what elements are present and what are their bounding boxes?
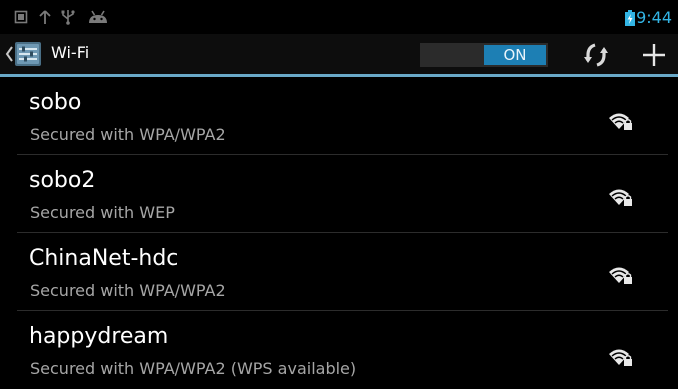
add-network-button[interactable] [638, 39, 670, 71]
upload-icon [39, 10, 51, 24]
screenshot-icon [14, 10, 28, 24]
android-debug-icon [89, 10, 107, 23]
network-item-chinanet-hdc[interactable]: ChinaNet-hdc Secured with WPA/WPA2 [0, 233, 678, 311]
wifi-toggle[interactable]: ON [420, 43, 548, 67]
network-list: sobo Secured with WPA/WPA2 sobo2 Secured… [0, 77, 678, 389]
network-summary: Secured with WEP [30, 203, 175, 222]
network-summary: Secured with WPA/WPA2 [30, 281, 226, 300]
toggle-on-label: ON [484, 45, 546, 65]
network-item-sobo2[interactable]: sobo2 Secured with WEP [0, 155, 678, 233]
network-summary: Secured with WPA/WPA2 (WPS available) [30, 359, 357, 378]
network-ssid: sobo [29, 90, 82, 115]
wifi-locked-icon [609, 189, 632, 206]
clock: 9:44 [636, 8, 672, 27]
wps-refresh-icon [584, 43, 608, 67]
usb-icon [61, 10, 75, 25]
settings-app-icon [15, 42, 41, 66]
network-summary: Secured with WPA/WPA2 [30, 125, 226, 144]
network-ssid: sobo2 [29, 168, 96, 193]
action-bar: Wi-Fi ON [0, 34, 678, 74]
status-bar: 9:44 [0, 0, 678, 34]
up-caret-icon [5, 46, 13, 62]
network-ssid: happydream [29, 324, 169, 349]
wifi-settings-screen: 9:44 Wi-Fi ON sobo Secured with WPA/WPA2… [0, 0, 678, 389]
network-ssid: ChinaNet-hdc [29, 246, 179, 271]
action-bar-title: Wi-Fi [51, 43, 90, 62]
wifi-locked-icon [609, 267, 632, 284]
wifi-locked-icon [609, 349, 632, 366]
network-item-sobo[interactable]: sobo Secured with WPA/WPA2 [0, 77, 678, 155]
network-item-happydream[interactable]: happydream Secured with WPA/WPA2 (WPS av… [0, 311, 678, 389]
battery-charging-icon [625, 10, 635, 26]
wifi-locked-icon [609, 113, 632, 130]
plus-icon [643, 44, 665, 66]
wps-push-button[interactable] [580, 39, 612, 71]
